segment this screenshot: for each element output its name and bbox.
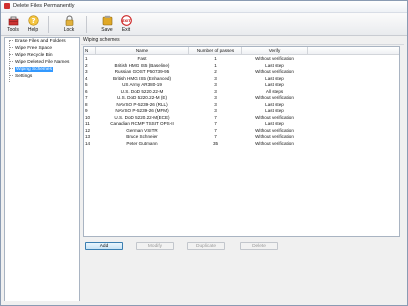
header-n[interactable]: N [84, 47, 95, 54]
title-bar: Delete Files Permanently [1, 1, 407, 13]
table-header: N Name Number of passes Verify [84, 47, 399, 55]
delete-button[interactable]: Delete [240, 242, 278, 250]
app-icon [4, 3, 10, 9]
divider [81, 44, 404, 45]
header-verify[interactable]: Verify [242, 47, 307, 54]
schemes-table[interactable]: N Name Number of passes Verify 1 Fast 1 … [83, 46, 400, 237]
exit-label: Exit [121, 27, 131, 33]
tree-item-wiping-schemes[interactable]: Wiping Schemes [5, 67, 53, 73]
cell-n: 14 [85, 140, 91, 146]
toolbar-separator [48, 16, 49, 33]
toolbar: Tools ? Help Lock Save EXIT Exit [1, 13, 407, 36]
add-button[interactable]: Add [85, 242, 123, 250]
lock-icon [65, 15, 73, 26]
toolbar-separator [86, 16, 87, 33]
column-divider[interactable] [307, 47, 308, 54]
panel-title: Wiping schemes [83, 37, 120, 43]
lock-label: Lock [63, 27, 75, 33]
window-title: Delete Files Permanently [13, 3, 75, 9]
exit-icon: EXIT [120, 15, 132, 26]
tree-item-erase-files[interactable]: Erase Files and Folders [5, 39, 66, 45]
help-button[interactable]: ? Help [23, 15, 43, 34]
tree-item-wipe-free-space[interactable]: Wipe Free Space [5, 46, 52, 52]
svg-text:EXIT: EXIT [122, 19, 131, 23]
tools-icon [8, 16, 18, 26]
tools-button[interactable]: Tools [3, 15, 23, 34]
exit-button[interactable]: EXIT Exit [116, 15, 136, 34]
tools-label: Tools [7, 27, 19, 33]
duplicate-button[interactable]: Duplicate [187, 242, 225, 250]
header-passes[interactable]: Number of passes [189, 47, 242, 54]
save-label: Save [101, 27, 113, 33]
help-label: Help [27, 27, 39, 33]
app-window: Delete Files Permanently Tools ? Help Lo… [0, 0, 408, 306]
tree-item-wipe-deleted-names[interactable]: Wipe Deleted File Names [5, 60, 69, 66]
tree-item-settings[interactable]: Settings [5, 74, 32, 80]
table-row[interactable]: 14 Peter Gutmann 35 Without verification [84, 140, 399, 147]
lock-button[interactable]: Lock [59, 15, 79, 34]
navigation-tree: Erase Files and Folders Wipe Free Space … [4, 37, 80, 303]
cell-name: Peter Gutmann [126, 140, 158, 146]
help-icon: ? [27, 15, 39, 26]
cell-verify: Without verification [255, 140, 294, 146]
save-button[interactable]: Save [97, 15, 117, 34]
svg-text:?: ? [31, 17, 35, 25]
status-bar [1, 301, 407, 305]
cell-passes: 35 [212, 140, 219, 146]
modify-button[interactable]: Modify [136, 242, 174, 250]
wiping-schemes-panel: Wiping schemes N Name Number of passes V… [81, 37, 405, 301]
header-name[interactable]: Name [96, 47, 188, 54]
tree-item-wipe-recycle-bin[interactable]: Wipe Recycle Bin [5, 53, 53, 59]
save-icon [102, 15, 112, 26]
